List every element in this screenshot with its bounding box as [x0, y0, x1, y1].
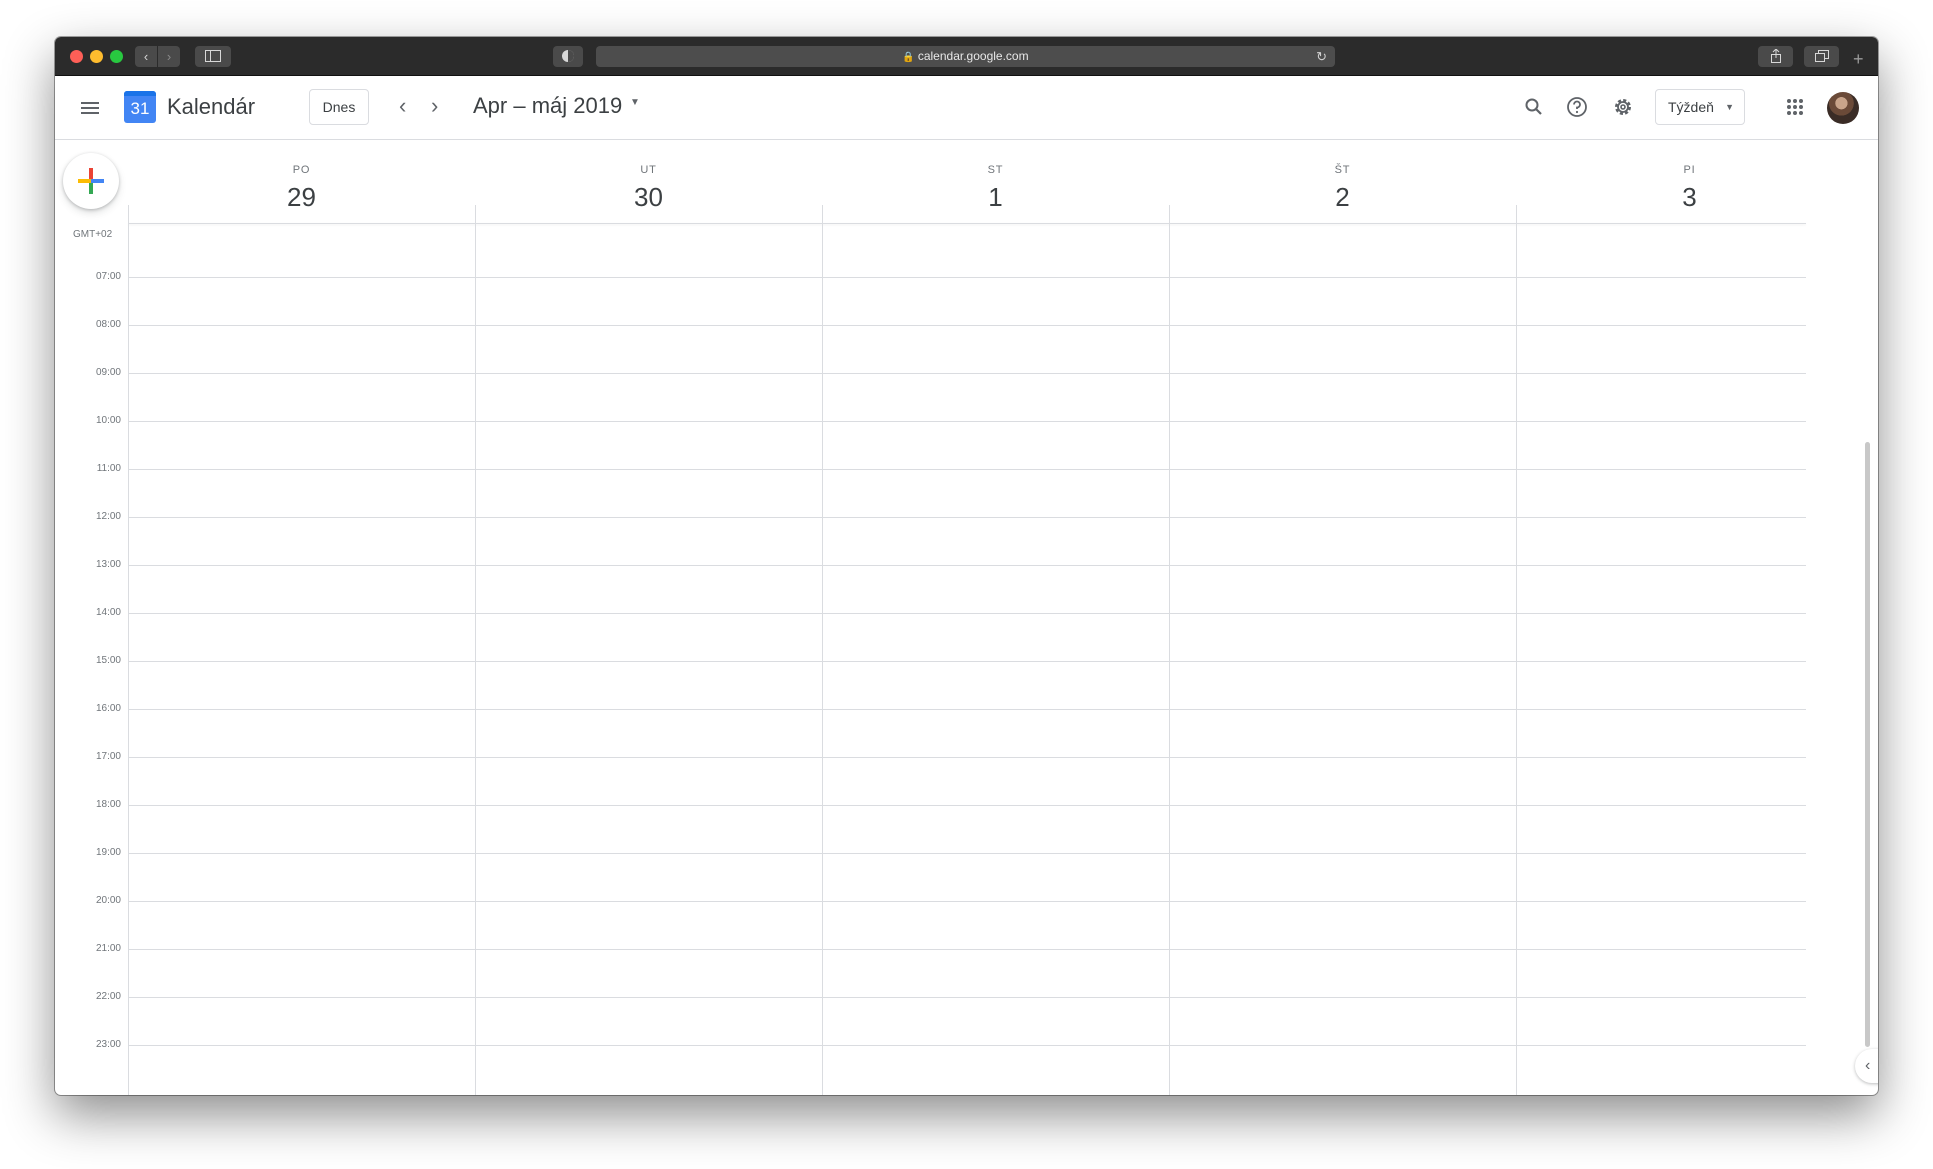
timezone-label: GMT+02: [73, 229, 113, 240]
hour-label: 13:00: [95, 559, 121, 570]
hour-label: 14:00: [95, 607, 121, 618]
hour-gridline: [128, 805, 1806, 806]
hour-label: 08:00: [95, 319, 121, 330]
hour-gridline: [128, 949, 1806, 950]
hour-label: 23:00: [95, 1039, 121, 1050]
hour-gridline: [128, 373, 1806, 374]
hour-gridline: [128, 469, 1806, 470]
hour-gridline: [128, 661, 1806, 662]
browser-window: ‹ › 🔒 calendar.google.com ↻ + 31 Kalendár…: [55, 37, 1878, 1095]
hour-gridline: [128, 325, 1806, 326]
hour-gridline: [128, 853, 1806, 854]
all-day-divider: [128, 223, 1806, 224]
day-column-divider: [475, 205, 476, 1095]
hour-gridline: [128, 517, 1806, 518]
hour-label: 19:00: [95, 847, 121, 858]
hour-gridline: [128, 997, 1806, 998]
hour-gridline: [128, 277, 1806, 278]
day-column-divider: [1516, 205, 1517, 1095]
hour-label: 12:00: [95, 511, 121, 522]
day-column-divider: [128, 205, 129, 1095]
hour-label: 15:00: [95, 655, 121, 666]
chevron-left-icon: ‹: [1865, 1057, 1871, 1074]
hour-gridline: [128, 757, 1806, 758]
hour-label: 07:00: [95, 271, 121, 282]
hour-label: 10:00: [95, 415, 121, 426]
hour-label: 22:00: [95, 991, 121, 1002]
hour-label: 11:00: [96, 463, 121, 474]
hour-gridline: [128, 565, 1806, 566]
hour-gridline: [128, 1045, 1806, 1046]
hour-label: 18:00: [95, 799, 121, 810]
hour-gridline: [128, 709, 1806, 710]
hour-label: 16:00: [95, 703, 121, 714]
hour-gridline: [128, 901, 1806, 902]
day-column-divider: [1169, 205, 1170, 1095]
hour-gridline: [128, 421, 1806, 422]
hour-label: 09:00: [95, 367, 121, 378]
hour-label: 17:00: [95, 751, 121, 762]
hour-gridline: [128, 613, 1806, 614]
week-grid[interactable]: GMT+02 07:00 08:00 09:00 10:00 11:00 12:00 13:…: [55, 37, 1878, 1095]
vertical-scrollbar[interactable]: [1865, 442, 1870, 1047]
hour-label: 20:00: [95, 895, 121, 906]
day-column-divider: [822, 205, 823, 1095]
hour-label: 21:00: [95, 943, 121, 954]
